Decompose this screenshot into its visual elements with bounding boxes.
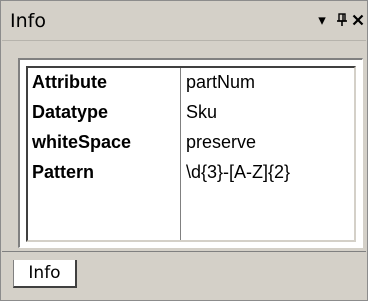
property-name: Datatype: [32, 102, 109, 122]
close-icon[interactable]: [348, 10, 368, 30]
property-value: preserve: [186, 132, 257, 152]
property-row-datatype[interactable]: Datatype Sku: [28, 98, 354, 126]
property-name: whiteSpace: [32, 132, 132, 152]
panel-title: Info: [10, 10, 46, 32]
tab-label: Info: [28, 263, 61, 283]
property-value: partNum: [186, 72, 256, 92]
properties-frame: Attribute partNum Datatype Sku whiteSpac…: [18, 58, 363, 248]
properties-grid: Attribute partNum Datatype Sku whiteSpac…: [26, 66, 356, 242]
dropdown-icon[interactable]: ▾: [312, 10, 332, 30]
tab-info[interactable]: Info: [13, 260, 77, 288]
property-name: Attribute: [32, 72, 107, 92]
property-row-attribute[interactable]: Attribute partNum: [28, 68, 354, 96]
property-name: Pattern: [32, 162, 95, 182]
property-row-whitespace[interactable]: whiteSpace preserve: [28, 128, 354, 156]
info-panel: Info ▾ Attribute partNum Datatype Sku wh…: [0, 0, 368, 301]
property-row-pattern[interactable]: Pattern \d{3}-[A-Z]{2}: [28, 158, 354, 186]
panel-titlebar: Info ▾: [2, 2, 366, 41]
property-value: \d{3}-[A-Z]{2}: [186, 162, 291, 182]
property-value: Sku: [186, 102, 218, 122]
panel-tabbar: Info: [2, 251, 366, 300]
